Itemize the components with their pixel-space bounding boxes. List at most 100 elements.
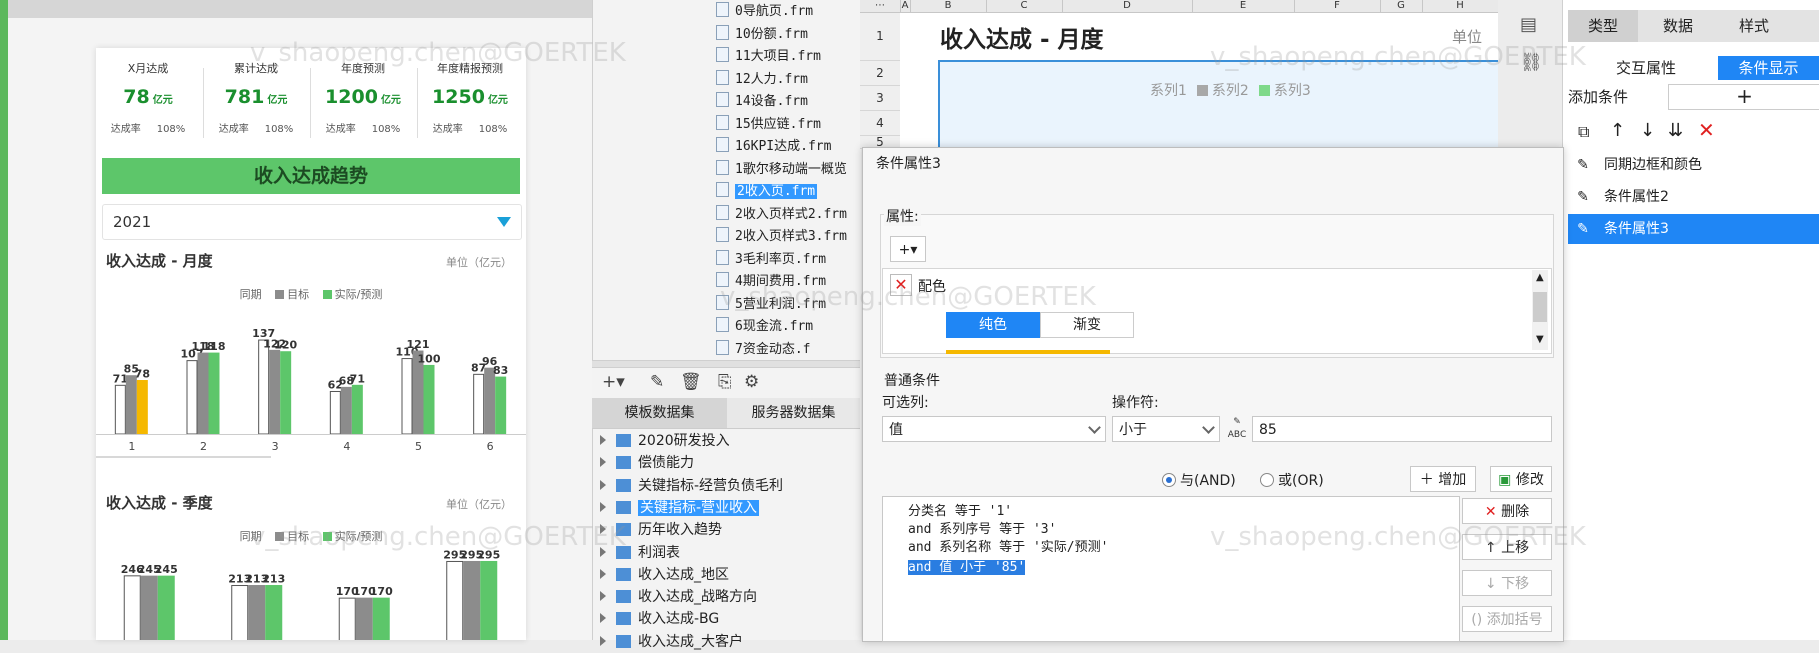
- condition-item[interactable]: ✎ 同期边框和颜色: [1568, 150, 1819, 180]
- copy-icon[interactable]: ⧉: [1578, 122, 1589, 142]
- column-header-cell[interactable]: E: [1192, 0, 1295, 12]
- color-swatch-preview[interactable]: [946, 350, 1110, 354]
- file-item[interactable]: 4期间费用.frm: [716, 272, 826, 292]
- remove-color-icon[interactable]: ✕: [890, 274, 912, 296]
- scroll-thumb[interactable]: [1533, 292, 1547, 322]
- file-item[interactable]: 14设备.frm: [716, 92, 808, 112]
- dataset-item[interactable]: 偿债能力: [600, 452, 694, 474]
- file-item[interactable]: 2收入页样式2.frm: [716, 204, 847, 225]
- tab-solid-color[interactable]: 纯色: [946, 312, 1040, 338]
- dataset-item[interactable]: 利润表: [600, 542, 680, 564]
- row-header-cell[interactable]: 3: [860, 86, 900, 111]
- cell-element-icon[interactable]: ▤: [1520, 14, 1537, 35]
- value-type-icon[interactable]: ✎ ABC: [1224, 416, 1250, 442]
- trend-button[interactable]: 收入达成趋势: [102, 158, 520, 194]
- file-item[interactable]: 7资金动态.f: [716, 339, 810, 360]
- column-header-cell[interactable]: G: [1380, 0, 1423, 12]
- preview-icon[interactable]: ⎘: [718, 372, 732, 392]
- sheet-unit-cell[interactable]: 单位: [1452, 26, 1482, 47]
- condition-row[interactable]: and 系列序号 等于 '3': [908, 518, 1056, 537]
- tab-data[interactable]: 数据: [1638, 10, 1718, 42]
- dataset-item[interactable]: 关键指标-经营负债毛利: [600, 475, 783, 497]
- expand-arrow-icon[interactable]: [600, 501, 606, 512]
- dataset-item[interactable]: 收入达成-BG: [600, 608, 719, 630]
- expand-arrow-icon[interactable]: [600, 568, 606, 579]
- column-header-cell[interactable]: D: [1062, 0, 1193, 12]
- dataset-item[interactable]: 收入达成_地区: [600, 564, 729, 586]
- add-bracket-button[interactable]: () 添加括号: [1462, 606, 1552, 632]
- file-item[interactable]: 16KPI达成.frm: [716, 137, 831, 157]
- value-input[interactable]: 85: [1252, 416, 1552, 442]
- file-item[interactable]: 0导航页.frm: [716, 2, 813, 22]
- row-header-cell[interactable]: 1: [860, 13, 900, 61]
- attribute-scrollbar[interactable]: ▲ ▼: [1532, 270, 1548, 350]
- add-condition-button[interactable]: +: [1668, 84, 1819, 110]
- condition-row-selected[interactable]: and 值 小于 '85': [908, 556, 1026, 575]
- properties-icon[interactable]: ⚙: [744, 372, 759, 392]
- scroll-up-icon[interactable]: ▲: [1536, 272, 1544, 283]
- and-radio[interactable]: 与(AND): [1162, 470, 1236, 490]
- add-icon[interactable]: +▾: [602, 372, 625, 392]
- scroll-down-icon[interactable]: ▼: [1536, 334, 1544, 345]
- add-button[interactable]: ＋ 增加: [1410, 466, 1476, 492]
- tab-style[interactable]: 样式: [1718, 10, 1790, 42]
- move-up-icon[interactable]: ↑: [1610, 120, 1625, 141]
- file-item[interactable]: 5营业利润.frm: [716, 294, 826, 315]
- dataset-item[interactable]: 2020研发投入: [600, 430, 730, 452]
- tab-condition-display[interactable]: 条件显示: [1718, 56, 1819, 80]
- year-select[interactable]: 2021: [102, 204, 522, 240]
- panel-splitter[interactable]: [592, 360, 860, 368]
- or-radio[interactable]: 或(OR): [1260, 470, 1324, 490]
- delete-condition-icon[interactable]: ✕: [1698, 118, 1715, 142]
- column-header-cell[interactable]: C: [986, 0, 1063, 12]
- expand-arrow-icon[interactable]: [600, 613, 606, 624]
- expand-arrow-icon[interactable]: [600, 635, 606, 646]
- tab-gradient[interactable]: 渐变: [1040, 312, 1134, 338]
- dataset-item[interactable]: 收入达成_战略方向: [600, 586, 757, 608]
- hyperlink-icon[interactable]: ⛓: [1520, 52, 1543, 73]
- chart-placeholder[interactable]: [938, 60, 1500, 154]
- delete-icon[interactable]: 🗑: [680, 372, 702, 392]
- file-item[interactable]: 10份额.frm: [716, 24, 808, 45]
- file-item[interactable]: 15供应链.frm: [716, 114, 821, 135]
- column-header-cell[interactable]: F: [1294, 0, 1381, 12]
- expand-arrow-icon[interactable]: [600, 546, 606, 557]
- modify-button[interactable]: ▣ 修改: [1490, 466, 1552, 492]
- move-down-icon[interactable]: ↓: [1640, 120, 1655, 141]
- move-down-button[interactable]: ↓ 下移: [1462, 570, 1552, 596]
- file-item[interactable]: 12人力.frm: [716, 69, 808, 90]
- expand-arrow-icon[interactable]: [600, 479, 606, 490]
- tab-interaction[interactable]: 交互属性: [1586, 56, 1706, 80]
- edit-icon[interactable]: ✎: [650, 372, 664, 392]
- condition-row[interactable]: and 系列名称 等于 '实际/预测': [908, 536, 1108, 555]
- dataset-item[interactable]: 历年收入趋势: [600, 519, 722, 541]
- file-item[interactable]: 2收入页样式3.frm: [716, 227, 847, 247]
- delete-button[interactable]: ✕ 删除: [1462, 498, 1552, 524]
- tab-type[interactable]: 类型: [1568, 10, 1638, 42]
- expand-arrow-icon[interactable]: [600, 435, 606, 445]
- file-item[interactable]: 3毛利率页.frm: [716, 249, 826, 270]
- condition-item-selected[interactable]: ✎ 条件属性3: [1568, 214, 1819, 244]
- dataset-item[interactable]: 关键指标-营业收入: [600, 497, 760, 519]
- move-up-button[interactable]: ↑ 上移: [1462, 534, 1552, 560]
- condition-item[interactable]: ✎ 条件属性2: [1568, 182, 1819, 212]
- move-bottom-icon[interactable]: ⇊: [1668, 120, 1683, 141]
- file-item[interactable]: 2收入页.frm: [716, 182, 818, 202]
- add-attribute-button[interactable]: +▾: [890, 236, 926, 262]
- row-header-cell[interactable]: 2: [860, 61, 900, 86]
- chart-scrollbar[interactable]: [96, 456, 271, 458]
- file-item[interactable]: 6现金流.frm: [716, 317, 813, 337]
- condition-row[interactable]: 分类名 等于 '1': [908, 500, 1012, 519]
- tab-template-dataset[interactable]: 模板数据集: [592, 398, 727, 428]
- column-select[interactable]: 值: [882, 416, 1106, 442]
- dataset-item[interactable]: 收入达成_大客户: [600, 631, 743, 653]
- column-header-cell[interactable]: H: [1422, 0, 1499, 12]
- expand-arrow-icon[interactable]: [600, 524, 606, 535]
- row-header-cell[interactable]: 4: [860, 111, 900, 136]
- file-item[interactable]: 11大项目.frm: [716, 47, 821, 67]
- file-item[interactable]: 1歌尔移动端一概览: [716, 159, 847, 180]
- tab-server-dataset[interactable]: 服务器数据集: [727, 398, 860, 428]
- sheet-title-cell[interactable]: 收入达成 - 月度: [940, 20, 1104, 54]
- operator-select[interactable]: 小于: [1112, 416, 1220, 442]
- expand-arrow-icon[interactable]: [600, 457, 606, 468]
